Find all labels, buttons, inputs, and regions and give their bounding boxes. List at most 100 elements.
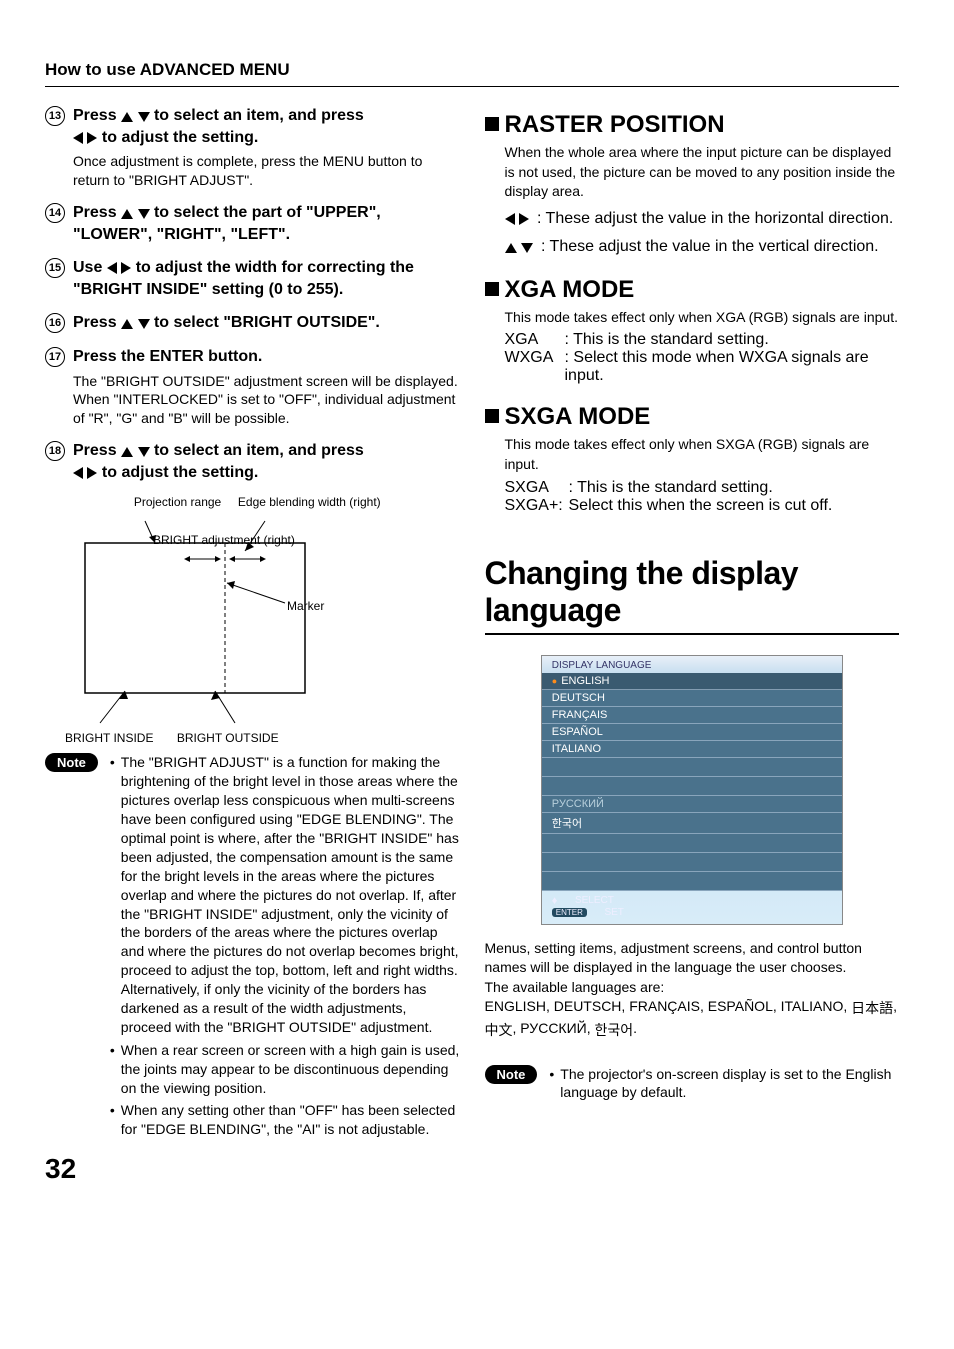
sxga-heading: SXGA MODE [485, 403, 900, 431]
lang-chinese: 中文 [485, 1022, 513, 1038]
osd-item-italiano: ITALIANO [542, 741, 842, 758]
note-bullet-0: The "BRIGHT ADJUST" is a function for ma… [121, 753, 460, 1036]
changing-body3a: ENGLISH, DEUTSCH, FRANÇAIS, ESPAÑOL, ITA… [485, 998, 852, 1014]
osd-title: DISPLAY LANGUAGE [542, 656, 842, 673]
up-icon [121, 319, 133, 329]
step13-text-b: to select an item, and press [154, 107, 364, 124]
step16-text-a: Press [73, 314, 117, 331]
changing-body2: The available languages are: [485, 978, 900, 998]
up-icon [121, 447, 133, 457]
square-bullet-icon [485, 117, 499, 131]
diagram-marker: Marker [287, 599, 324, 613]
step16-text-b: to select "BRIGHT OUTSIDE". [154, 314, 380, 331]
diagram-bright-outside: BRIGHT OUTSIDE [177, 731, 279, 745]
down-icon [138, 447, 150, 457]
osd-item-blank5 [542, 872, 842, 891]
right-icon [121, 262, 131, 274]
up-icon [121, 209, 133, 219]
updown-icon: ♦ [552, 895, 558, 907]
lang-sep2: , РУССКИЙ, [513, 1020, 595, 1036]
step-number-16: 16 [45, 313, 65, 333]
step17-head: Press the ENTER button. [73, 346, 460, 368]
osd-item-blank3 [542, 834, 842, 853]
lang-korean: 한국어 [594, 1022, 633, 1038]
note-box-left: Note •The "BRIGHT ADJUST" is a function … [45, 753, 460, 1143]
step-18: 18 Press to select an item, and press to… [45, 440, 460, 483]
step18-text-c: to adjust the setting. [102, 464, 258, 481]
right-icon [87, 132, 97, 144]
xga-k2: WXGA [505, 349, 557, 385]
step-17: 17 Press the ENTER button. The "BRIGHT O… [45, 346, 460, 428]
left-icon [73, 467, 83, 479]
bullet-dot: • [110, 1041, 115, 1098]
lang-sep3: . [633, 1020, 637, 1036]
note-bullet-1: When a rear screen or screen with a high… [121, 1041, 460, 1098]
osd-menu: DISPLAY LANGUAGE ENGLISH DEUTSCH FRANÇAI… [541, 655, 843, 925]
step-13: 13 Press to select an item, and press to… [45, 105, 460, 190]
osd-item-russian: РУССКИЙ [542, 796, 842, 813]
page-number: 32 [45, 1153, 899, 1185]
diagram-bright-inside: BRIGHT INSIDE [65, 731, 153, 745]
xga-v2: : Select this mode when WXGA signals are… [565, 349, 900, 385]
step14-text-a: Press [73, 204, 117, 221]
raster-h-text: : These adjust the value in the horizont… [537, 210, 893, 230]
xga-heading: XGA MODE [485, 276, 900, 304]
step-number-15: 15 [45, 258, 65, 278]
xga-title: XGA MODE [505, 276, 635, 303]
step17-body: The "BRIGHT OUTSIDE" adjustment screen w… [73, 372, 460, 429]
osd-item-blank4 [542, 853, 842, 872]
diagram-bright-adj: BRIGHT adjustment (right) [153, 533, 295, 547]
step-number-18: 18 [45, 441, 65, 461]
left-icon [107, 262, 117, 274]
down-icon [521, 243, 533, 253]
note-label-right: Note [485, 1065, 538, 1084]
osd-item-blank2 [542, 777, 842, 796]
changing-body: Menus, setting items, adjustment screens… [485, 939, 900, 1041]
down-icon [138, 209, 150, 219]
bullet-dot: • [110, 1101, 115, 1139]
step14-text-b: to select the part of "UPPER", "LOWER", … [73, 204, 381, 243]
osd-item-deutsch: DEUTSCH [542, 690, 842, 707]
xga-k1: XGA [505, 331, 557, 349]
sxga-v1: : This is the standard setting. [569, 479, 773, 497]
square-bullet-icon [485, 409, 499, 423]
sxga-v2: Select this when the screen is cut off. [569, 497, 833, 515]
right-column: RASTER POSITION When the whole area wher… [485, 105, 900, 1143]
note-label: Note [45, 753, 98, 772]
bullet-dot: • [549, 1065, 554, 1103]
osd-item-english: ENGLISH [542, 673, 842, 690]
bullet-dot: • [110, 753, 115, 1036]
step13-text-a: Press [73, 107, 117, 124]
step13-text-c: to adjust the setting. [102, 129, 258, 146]
diagram-proj-range: Projection range [134, 495, 221, 509]
step18-text-b: to select an item, and press [154, 442, 364, 459]
osd-item-francais: FRANÇAIS [542, 707, 842, 724]
osd-item-blank1 [542, 758, 842, 777]
raster-v-item: : These adjust the value in the vertical… [505, 238, 900, 258]
note-right-text: The projector's on-screen display is set… [560, 1065, 899, 1103]
step-16: 16 Press to select "BRIGHT OUTSIDE". [45, 312, 460, 334]
right-icon [87, 467, 97, 479]
raster-h-item: : These adjust the value in the horizont… [505, 210, 900, 230]
step-number-13: 13 [45, 106, 65, 126]
osd-select: SELECT [575, 895, 614, 906]
step18-text-a: Press [73, 442, 117, 459]
xga-body: This mode takes effect only when XGA (RG… [485, 308, 900, 328]
diagram-edge-width: Edge blending width (right) [238, 495, 381, 509]
section-title: How to use ADVANCED MENU [45, 60, 899, 87]
lang-japanese: 日本語 [851, 1000, 893, 1016]
step-15: 15 Use to adjust the width for correctin… [45, 257, 460, 300]
step13-body: Once adjustment is complete, press the M… [73, 152, 460, 190]
note-box-right: Note •The projector's on-screen display … [485, 1065, 900, 1107]
up-icon [505, 243, 517, 253]
raster-heading: RASTER POSITION [485, 111, 900, 139]
note-bullet-2: When any setting other than "OFF" has be… [121, 1101, 460, 1139]
down-icon [138, 112, 150, 122]
square-bullet-icon [485, 282, 499, 296]
raster-v-text: : These adjust the value in the vertical… [541, 238, 879, 258]
step15-text-a: Use [73, 259, 102, 276]
right-icon [519, 213, 529, 225]
changing-title: Changing the display language [485, 555, 900, 635]
step-number-17: 17 [45, 347, 65, 367]
raster-body: When the whole area where the input pict… [485, 143, 900, 202]
